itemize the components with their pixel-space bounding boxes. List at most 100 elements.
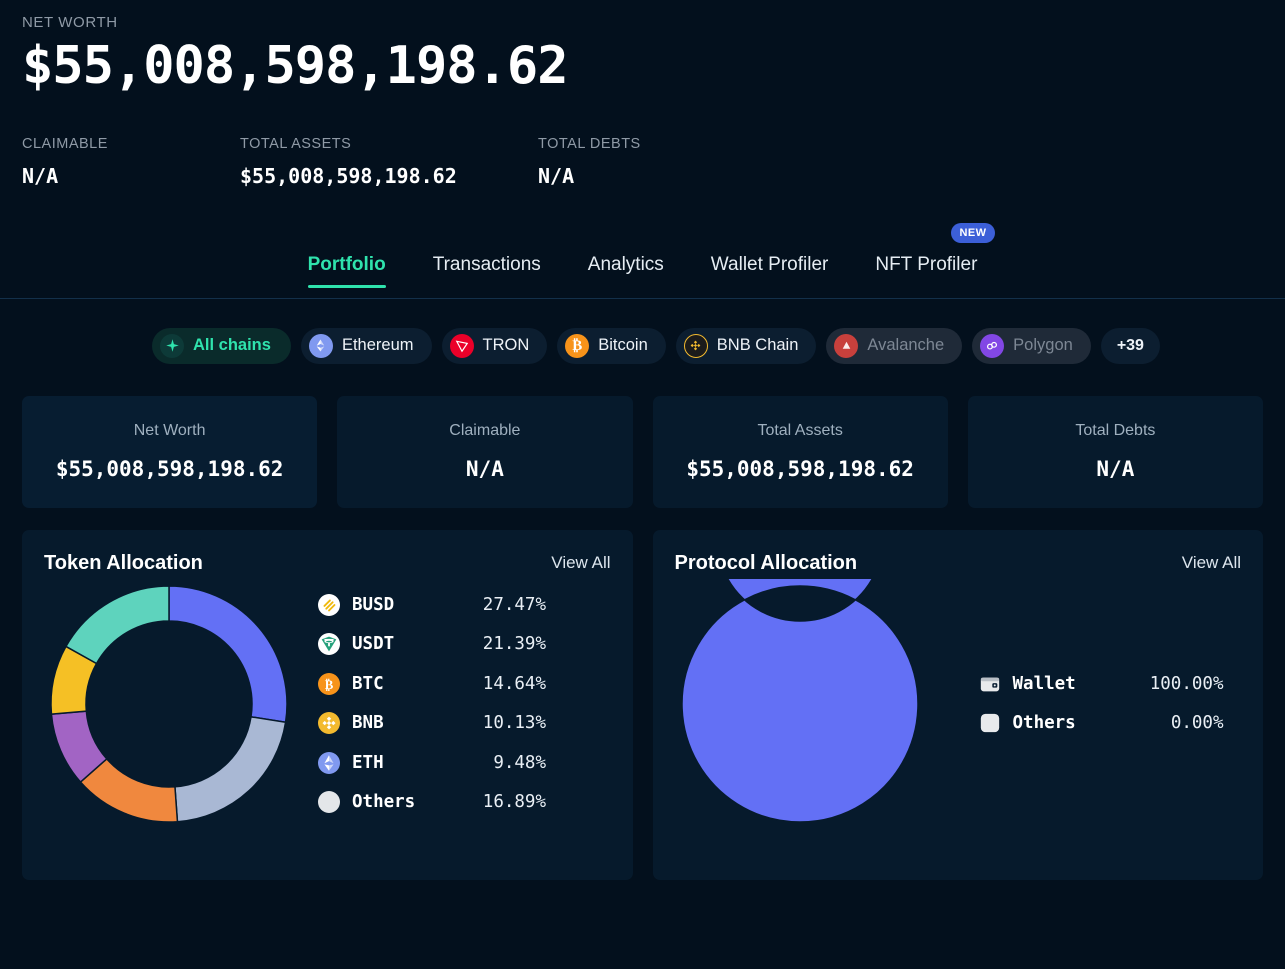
tabs-divider xyxy=(0,298,1285,299)
legend-item[interactable]: Wallet 100.00% xyxy=(979,664,1224,704)
legend-item-percent: 9.48% xyxy=(493,753,546,773)
chain-chip-avalanche-label: Avalanche xyxy=(867,336,944,355)
chain-chip-tron-label: TRON xyxy=(483,336,530,355)
tab-analytics[interactable]: Analytics xyxy=(588,254,664,288)
token-allocation-view-all[interactable]: View All xyxy=(551,553,610,573)
tab-transactions[interactable]: Transactions xyxy=(433,254,541,288)
token-allocation-panel: Token Allocation View All BUSD 27.47% USD… xyxy=(22,530,633,880)
chain-chip-tron[interactable]: TRON xyxy=(442,328,548,364)
legend-item-label: BNB xyxy=(352,713,384,733)
new-badge: NEW xyxy=(951,223,996,243)
usdt-icon xyxy=(318,633,340,655)
legend-item[interactable]: BNB 10.13% xyxy=(318,704,546,744)
bnb-icon xyxy=(318,712,340,734)
networth-value: $55,008,598,198.62 xyxy=(22,33,1285,100)
ethereum-icon xyxy=(309,334,333,358)
summary-claimable-value: N/A xyxy=(22,164,240,188)
chain-chip-all-chains[interactable]: All chains xyxy=(152,328,291,364)
summary-total-assets-label: TOTAL ASSETS xyxy=(240,136,538,152)
legend-item[interactable]: Others 16.89% xyxy=(318,783,546,823)
stat-card-total-assets-value: $55,008,598,198.62 xyxy=(686,457,914,481)
stat-card-total-debts-value: N/A xyxy=(1096,457,1134,481)
chain-chip-avalanche[interactable]: Avalanche xyxy=(826,328,962,364)
tab-portfolio-label: Portfolio xyxy=(308,254,386,275)
stat-card-total-debts: Total Debts N/A xyxy=(968,396,1263,508)
legend-item-percent: 27.47% xyxy=(483,595,546,615)
chain-chip-all-chains-label: All chains xyxy=(193,336,271,355)
legend-item-label: Others xyxy=(1013,713,1076,733)
donut-segment-usdt[interactable] xyxy=(175,716,286,821)
summary-total-debts-value: N/A xyxy=(538,164,641,188)
btc-icon: ₿ xyxy=(318,673,340,695)
legend-item-label: ETH xyxy=(352,753,384,773)
legend-item[interactable]: Others 0.00% xyxy=(979,704,1224,744)
chain-chip-polygon-label: Polygon xyxy=(1013,336,1073,355)
tab-wallet-profiler-label: Wallet Profiler xyxy=(711,254,829,275)
protocol-allocation-view-all[interactable]: View All xyxy=(1182,553,1241,573)
stat-card-claimable: Claimable N/A xyxy=(337,396,632,508)
chain-chip-bnb-chain-label: BNB Chain xyxy=(717,336,799,355)
protocol-allocation-donut-chart xyxy=(675,579,925,829)
tab-portfolio[interactable]: Portfolio xyxy=(308,254,386,288)
legend-item-label: Others xyxy=(352,792,415,812)
stat-card-net-worth-value: $55,008,598,198.62 xyxy=(56,457,284,481)
chain-chip-bitcoin[interactable]: ₿ Bitcoin xyxy=(557,328,666,364)
donut-segment-others[interactable] xyxy=(66,586,169,664)
summary-total-assets-value: $55,008,598,198.62 xyxy=(240,164,538,188)
summary-sub-row: CLAIMABLE N/A TOTAL ASSETS $55,008,598,1… xyxy=(22,136,1285,188)
chain-filter-bar: All chains Ethereum TRON ₿ Bitcoin BNB C… xyxy=(0,299,1285,364)
stat-cards: Net Worth $55,008,598,198.62 Claimable N… xyxy=(0,364,1285,508)
legend-item-percent: 100.00% xyxy=(1150,674,1224,694)
chain-chip-polygon[interactable]: Polygon xyxy=(972,328,1091,364)
tab-transactions-label: Transactions xyxy=(433,254,541,275)
bitcoin-icon: ₿ xyxy=(565,334,589,358)
legend-item-label: BTC xyxy=(352,674,384,694)
protocol-allocation-panel: Protocol Allocation View All Wallet100.0… xyxy=(653,530,1264,880)
tron-icon xyxy=(450,334,474,358)
allocation-panels: Token Allocation View All BUSD 27.47% USD… xyxy=(0,508,1285,880)
token-allocation-title: Token Allocation xyxy=(44,552,203,575)
others-square-icon xyxy=(979,712,1001,734)
legend-item-label: BUSD xyxy=(352,595,394,615)
legend-item-percent: 14.64% xyxy=(483,674,546,694)
legend-item[interactable]: ETH 9.48% xyxy=(318,743,546,783)
stat-card-total-assets: Total Assets $55,008,598,198.62 xyxy=(653,396,948,508)
stat-card-net-worth-title: Net Worth xyxy=(134,422,206,440)
summary-total-assets: TOTAL ASSETS $55,008,598,198.62 xyxy=(240,136,538,188)
tab-nft-profiler[interactable]: NFT Profiler NEW xyxy=(875,254,977,288)
polygon-icon xyxy=(980,334,1004,358)
summary-claimable: CLAIMABLE N/A xyxy=(22,136,240,188)
chain-chip-bitcoin-label: Bitcoin xyxy=(598,336,648,355)
chain-chip-bnb-chain[interactable]: BNB Chain xyxy=(676,328,817,364)
legend-item-percent: 10.13% xyxy=(483,713,546,733)
legend-item-percent: 16.89% xyxy=(483,792,546,812)
summary-total-debts: TOTAL DEBTS N/A xyxy=(538,136,641,188)
legend-item[interactable]: ₿ BTC 14.64% xyxy=(318,664,546,704)
chain-chip-ethereum[interactable]: Ethereum xyxy=(301,328,432,364)
wallet-icon xyxy=(979,673,1001,695)
busd-icon xyxy=(318,594,340,616)
tab-wallet-profiler[interactable]: Wallet Profiler xyxy=(711,254,829,288)
summary-claimable-label: CLAIMABLE xyxy=(22,136,240,152)
tab-nft-profiler-label: NFT Profiler xyxy=(875,254,977,275)
stat-card-total-debts-title: Total Debts xyxy=(1075,422,1155,440)
chain-chip-more[interactable]: +39 xyxy=(1101,328,1160,364)
stat-card-net-worth: Net Worth $55,008,598,198.62 xyxy=(22,396,317,508)
stat-card-total-assets-title: Total Assets xyxy=(757,422,842,440)
legend-item[interactable]: BUSD 27.47% xyxy=(318,585,546,625)
token-allocation-donut-chart xyxy=(44,579,294,829)
legend-item-label: Wallet xyxy=(1013,674,1076,694)
legend-item-label: USDT xyxy=(352,634,394,654)
others-icon xyxy=(318,791,340,813)
tab-analytics-label: Analytics xyxy=(588,254,664,275)
stat-card-claimable-title: Claimable xyxy=(449,422,520,440)
token-allocation-legend: BUSD 27.47% USDT21.39% ₿ BTC 14.64% BNB 10.1… xyxy=(318,585,546,822)
protocol-allocation-legend: Wallet 100.00% Others 0.00% xyxy=(979,664,1224,743)
networth-label: NET WORTH xyxy=(22,14,1285,31)
donut-segment-busd[interactable] xyxy=(169,586,287,722)
donut-segment-wallet[interactable] xyxy=(681,579,917,822)
legend-item[interactable]: USDT21.39% xyxy=(318,625,546,665)
avalanche-icon xyxy=(834,334,858,358)
stat-card-claimable-value: N/A xyxy=(466,457,504,481)
legend-item-percent: 0.00% xyxy=(1171,713,1224,733)
